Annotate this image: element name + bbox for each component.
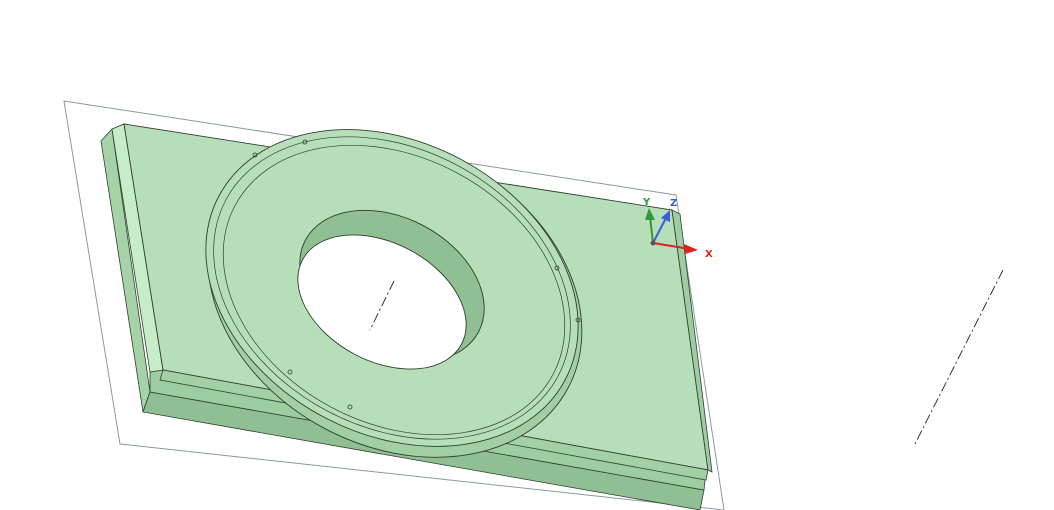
x-axis-label: X (705, 249, 713, 260)
center-axis-line[interactable] (914, 269, 1004, 445)
y-axis-label: Y (642, 197, 651, 208)
x-axis-arrowhead-icon (684, 244, 698, 254)
origin-point-icon (650, 240, 656, 246)
z-axis-label: Z (670, 198, 677, 209)
model-viewport[interactable]: X Y Z (0, 0, 1054, 510)
